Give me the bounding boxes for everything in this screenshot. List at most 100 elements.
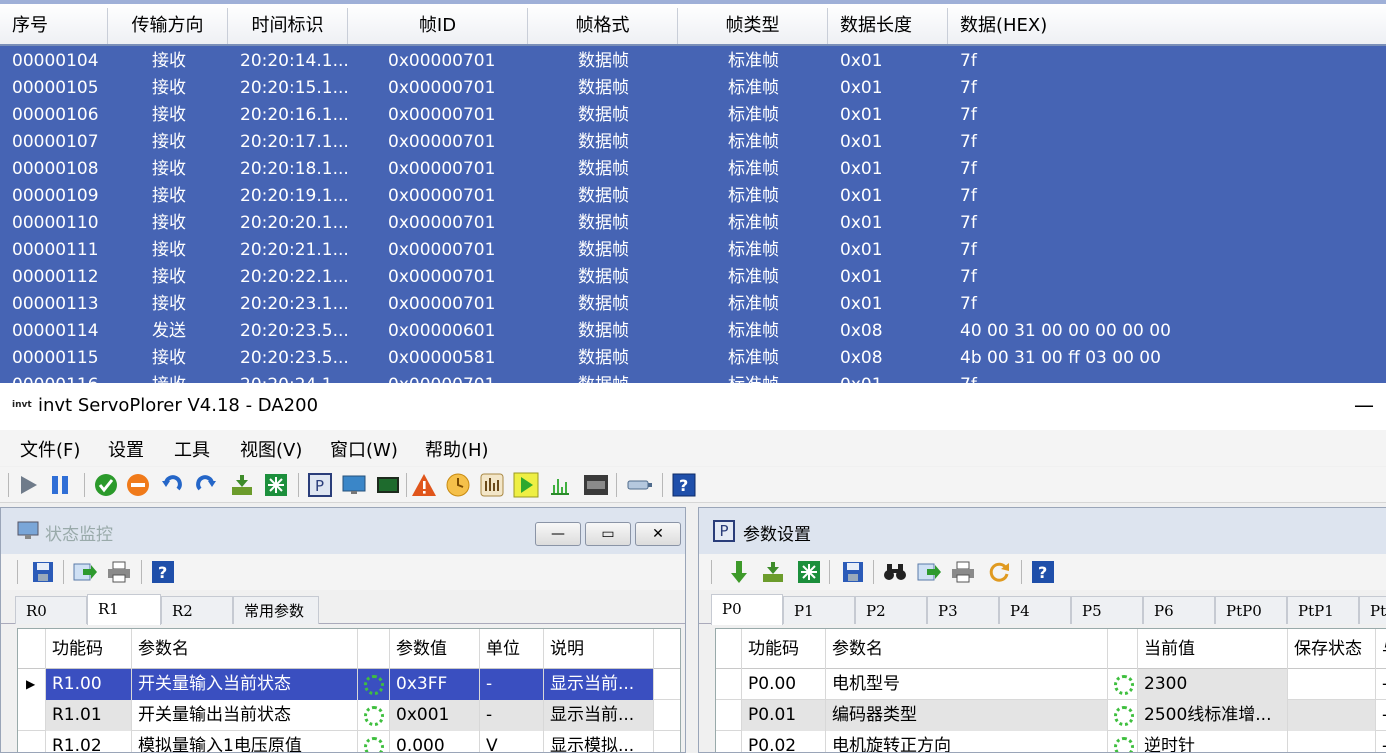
can-frame-row[interactable]: 00000112 接收 20:20:22.1... 0x00000701 数据帧 标准帧 0… xyxy=(0,264,1386,291)
row-value[interactable]: 2500线标准增... xyxy=(1138,700,1288,731)
warning-icon[interactable] xyxy=(410,471,438,499)
col-header-frame-format[interactable]: 帧格式 xyxy=(528,8,678,44)
col-header-indicator[interactable] xyxy=(1108,629,1138,669)
scope-icon[interactable] xyxy=(512,471,540,499)
help-icon[interactable]: ? xyxy=(1029,558,1057,586)
grid-icon[interactable] xyxy=(795,558,823,586)
table-row[interactable]: ▶ R1.00 开关量输入当前状态 0x3FF - 显示当前... xyxy=(18,669,680,700)
menu-view[interactable]: 视图(V) xyxy=(240,436,302,462)
can-frame-row[interactable]: 00000104 接收 20:20:14.1... 0x00000701 数据帧 标准帧 0… xyxy=(0,48,1386,75)
can-frame-row[interactable]: 00000114 发送 20:20:23.5... 0x00000601 数据帧 标准帧 0… xyxy=(0,318,1386,345)
refresh-icon[interactable] xyxy=(985,558,1013,586)
menu-window[interactable]: 窗口(W) xyxy=(330,436,398,462)
tab-ptp1[interactable]: PtP1 xyxy=(1287,596,1359,624)
clock-icon[interactable] xyxy=(444,471,472,499)
col-header-name[interactable]: 参数名 xyxy=(132,629,358,669)
can-frame-row[interactable]: 00000113 接收 20:20:23.1... 0x00000701 数据帧 标准帧 0… xyxy=(0,291,1386,318)
binoculars-icon[interactable] xyxy=(881,558,909,586)
tab-p4[interactable]: P4 xyxy=(999,596,1071,624)
export-icon[interactable] xyxy=(915,558,943,586)
table-row[interactable]: P0.01 编码器类型 2500线标准增... - xyxy=(716,700,1386,731)
can-frame-row[interactable]: 00000109 接收 20:20:19.1... 0x00000701 数据帧 标准帧 0… xyxy=(0,183,1386,210)
col-header-current-value[interactable]: 当前值 xyxy=(1138,629,1288,669)
menu-file[interactable]: 文件(F) xyxy=(20,436,80,462)
tab-r1[interactable]: R1 xyxy=(87,594,161,625)
plug-icon[interactable] xyxy=(626,471,654,499)
tab-p5[interactable]: P5 xyxy=(1071,596,1143,624)
col-header-seq[interactable]: 序号 xyxy=(0,8,108,44)
table-row[interactable]: P0.02 电机旋转正方向 逆时针 - xyxy=(716,731,1386,752)
check-icon[interactable] xyxy=(92,471,120,499)
row-value[interactable]: 2300 xyxy=(1138,669,1288,700)
print-icon[interactable] xyxy=(949,558,977,586)
col-header-time[interactable]: 时间标识 xyxy=(228,8,348,44)
can-frame-row[interactable]: 00000115 接收 20:20:23.5... 0x00000581 数据帧 标准帧 0… xyxy=(0,345,1386,372)
save-icon[interactable] xyxy=(839,558,867,586)
tab-common-params[interactable]: 常用参数 xyxy=(233,596,319,624)
col-header-frame-type[interactable]: 帧类型 xyxy=(678,8,828,44)
export-icon[interactable] xyxy=(71,558,99,586)
tab-p1[interactable]: P1 xyxy=(783,596,855,624)
col-header-code[interactable]: 功能码 xyxy=(46,629,132,669)
col-header-unit[interactable]: 单位 xyxy=(480,629,544,669)
terminal-icon[interactable] xyxy=(374,471,402,499)
download-arrow-icon[interactable] xyxy=(725,558,753,586)
table-row[interactable]: R1.01 开关量输出当前状态 0x001 - 显示当前... xyxy=(18,700,680,731)
can-frame-row[interactable]: 00000116 接收 20:20:24.1... 0x00000701 数据帧 标准帧 0… xyxy=(0,372,1386,383)
col-header-save-state[interactable]: 保存状态 xyxy=(1288,629,1376,669)
col-header-frame-id[interactable]: 帧ID xyxy=(348,8,528,44)
tab-p0[interactable]: P0 xyxy=(711,594,783,625)
tab-p2[interactable]: P2 xyxy=(855,596,927,624)
save-icon[interactable] xyxy=(29,558,57,586)
tab-r2[interactable]: R2 xyxy=(161,596,233,624)
restore-button[interactable]: ▭ xyxy=(585,522,631,546)
help-icon[interactable]: ? xyxy=(670,471,698,499)
can-frame-row[interactable]: 00000110 接收 20:20:20.1... 0x00000701 数据帧 标准帧 0… xyxy=(0,210,1386,237)
col-header-desc[interactable]: 说明 xyxy=(544,629,654,669)
can-frame-row[interactable]: 00000111 接收 20:20:21.1... 0x00000701 数据帧 标准帧 0… xyxy=(0,237,1386,264)
can-frame-row[interactable]: 00000105 接收 20:20:15.1... 0x00000701 数据帧 标准帧 0… xyxy=(0,75,1386,102)
play-icon[interactable] xyxy=(14,471,42,499)
grid-icon[interactable] xyxy=(262,471,290,499)
row-value[interactable]: 逆时针 xyxy=(1138,731,1288,752)
menu-settings[interactable]: 设置 xyxy=(108,436,144,462)
col-header-name[interactable]: 参数名 xyxy=(826,629,1108,669)
can-frame-grid[interactable]: 序号 传输方向 时间标识 帧ID 帧格式 帧类型 数据长度 数据(HEX) 00… xyxy=(0,0,1386,383)
col-header-extra[interactable]: 与 xyxy=(1376,629,1386,669)
download-icon[interactable] xyxy=(759,558,787,586)
tab-p6[interactable]: P6 xyxy=(1143,596,1215,624)
print-icon[interactable] xyxy=(105,558,133,586)
minimize-button[interactable]: — xyxy=(535,522,581,546)
minimize-button[interactable]: — xyxy=(1352,393,1376,417)
col-header-value[interactable]: 参数值 xyxy=(390,629,480,669)
cell-data-length: 0x01 xyxy=(840,159,883,179)
col-header-data-hex[interactable]: 数据(HEX) xyxy=(948,8,1386,44)
close-button[interactable]: ✕ xyxy=(635,522,681,546)
table-row[interactable]: R1.02 模拟量输入1电压原值 0.000 V 显示模拟... xyxy=(18,731,680,752)
undo-icon[interactable] xyxy=(158,471,186,499)
table-row[interactable]: P0.00 电机型号 2300 - xyxy=(716,669,1386,700)
can-frame-row[interactable]: 00000108 接收 20:20:18.1... 0x00000701 数据帧 标准帧 0… xyxy=(0,156,1386,183)
can-frame-row[interactable]: 00000107 接收 20:20:17.1... 0x00000701 数据帧 标准帧 0… xyxy=(0,129,1386,156)
col-header-code[interactable]: 功能码 xyxy=(742,629,826,669)
tab-r0[interactable]: R0 xyxy=(15,596,87,624)
col-header-indicator[interactable] xyxy=(358,629,390,669)
redo-icon[interactable] xyxy=(192,471,220,499)
pause-icon[interactable] xyxy=(46,471,74,499)
download-icon[interactable] xyxy=(228,471,256,499)
menu-tools[interactable]: 工具 xyxy=(174,436,210,462)
col-header-data-length[interactable]: 数据长度 xyxy=(828,8,948,44)
meter-icon[interactable] xyxy=(478,471,506,499)
can-frame-row[interactable]: 00000106 接收 20:20:16.1... 0x00000701 数据帧 标准帧 0… xyxy=(0,102,1386,129)
col-header-direction[interactable]: 传输方向 xyxy=(108,8,228,44)
menu-help[interactable]: 帮助(H) xyxy=(425,436,489,462)
help-icon[interactable]: ? xyxy=(149,558,177,586)
chart-icon[interactable] xyxy=(546,471,574,499)
monitor-icon[interactable] xyxy=(340,471,368,499)
tab-ptp0[interactable]: PtP0 xyxy=(1215,596,1287,624)
param-icon[interactable]: P xyxy=(306,471,334,499)
stop-icon[interactable] xyxy=(124,471,152,499)
tab-pt-more[interactable]: Pt xyxy=(1359,596,1386,624)
tab-p3[interactable]: P3 xyxy=(927,596,999,624)
app-icon[interactable] xyxy=(582,471,610,499)
